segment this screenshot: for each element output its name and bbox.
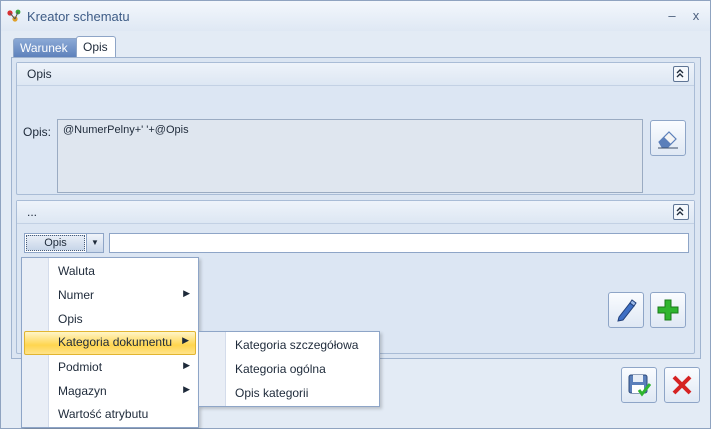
- opis-textarea[interactable]: @NumerPelny+' '+@Opis: [57, 119, 643, 193]
- eraser-icon: [658, 131, 678, 149]
- opis-group: Opis Opis: @NumerPelny+' '+@Opis: [16, 62, 695, 195]
- opis-field-label: Opis:: [23, 125, 52, 139]
- field-combo[interactable]: Opis ▼: [24, 233, 104, 253]
- field-combo-value: Opis: [26, 235, 85, 251]
- chevron-right-icon: ▶: [183, 360, 190, 370]
- plus-icon: [657, 299, 679, 321]
- submenu-item-kategoria-szczegolowa[interactable]: Kategoria szczegółowa: [201, 334, 377, 356]
- field-group-title: ...: [27, 205, 38, 219]
- pen-icon: [617, 299, 637, 322]
- save-icon: [628, 374, 651, 397]
- cancel-icon: [672, 375, 692, 395]
- chevron-right-icon: ▶: [183, 384, 190, 394]
- app-icon: [7, 9, 21, 22]
- opis-group-title: Opis: [27, 67, 52, 81]
- double-chevron-up-icon[interactable]: [673, 66, 689, 82]
- minimize-button[interactable]: –: [663, 7, 681, 25]
- submenu-item-opis-kategorii[interactable]: Opis kategorii: [201, 382, 377, 404]
- double-chevron-up-icon[interactable]: [673, 204, 689, 220]
- field-group-header: ...: [17, 201, 694, 224]
- menu-item-opis[interactable]: Opis: [24, 308, 196, 330]
- cancel-button[interactable]: [664, 367, 700, 403]
- add-button[interactable]: [650, 292, 686, 328]
- menu-item-waluta[interactable]: Waluta: [24, 260, 196, 282]
- menu-item-kategoria-dokumentu[interactable]: Kategoria dokumentu ▶: [24, 331, 196, 355]
- opis-textarea-value: @NumerPelny+' '+@Opis: [63, 124, 189, 136]
- field-text-input[interactable]: [109, 233, 689, 253]
- menu-item-wartosc-atrybutu[interactable]: Wartość atrybutu: [24, 403, 196, 425]
- close-button[interactable]: x: [687, 7, 705, 25]
- chevron-down-icon[interactable]: ▼: [86, 234, 103, 252]
- submenu-kategoria: Kategoria szczegółowa Kategoria ogólna O…: [198, 331, 380, 407]
- menu-item-magazyn[interactable]: Magazyn ▶: [24, 380, 196, 402]
- chevron-right-icon: ▶: [183, 288, 190, 298]
- menu-item-podmiot[interactable]: Podmiot ▶: [24, 356, 196, 378]
- chevron-right-icon: ▶: [182, 335, 189, 345]
- opis-group-header: Opis: [17, 63, 694, 86]
- eraser-button[interactable]: [650, 120, 686, 156]
- tab-warunek[interactable]: Warunek: [13, 38, 79, 58]
- save-button[interactable]: [621, 367, 657, 403]
- submenu-item-kategoria-ogolna[interactable]: Kategoria ogólna: [201, 358, 377, 380]
- tab-opis[interactable]: Opis: [76, 36, 116, 58]
- pen-button[interactable]: [608, 292, 644, 328]
- window-title: Kreator schematu: [27, 9, 130, 24]
- title-bar: Kreator schematu – x: [1, 1, 710, 31]
- menu-item-numer[interactable]: Numer ▶: [24, 284, 196, 306]
- context-menu: Waluta Numer ▶ Opis Kategoria dokumentu …: [21, 257, 199, 428]
